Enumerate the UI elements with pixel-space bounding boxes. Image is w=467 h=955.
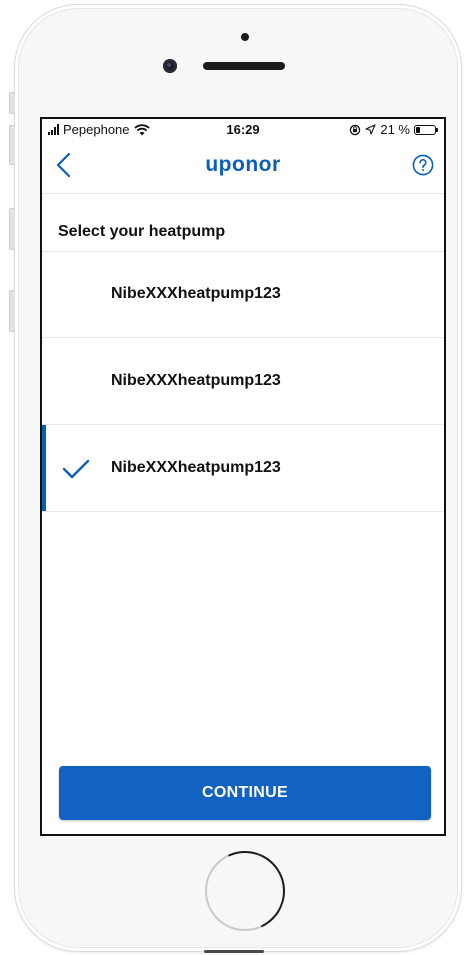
app-screen: Pepephone 16:29 21 % uponor Select your … [40, 117, 446, 836]
power-button [9, 290, 15, 332]
heatpump-label: NibeXXXheatpump123 [111, 285, 281, 302]
volume-up-button [9, 125, 15, 165]
rotation-lock-icon [350, 124, 361, 135]
volume-down-button [9, 208, 15, 250]
earpiece-speaker [203, 62, 285, 70]
heatpump-list: NibeXXXheatpump123 NibeXXXheatpump123 Ni… [42, 251, 444, 512]
heatpump-label: NibeXXXheatpump123 [111, 372, 281, 389]
proximity-sensor [241, 33, 249, 41]
location-icon [365, 124, 376, 135]
heatpump-option[interactable]: NibeXXXheatpump123 [42, 338, 444, 425]
question-circle-icon[interactable] [412, 154, 434, 176]
mute-switch [9, 92, 15, 114]
home-button[interactable] [205, 851, 285, 931]
continue-button[interactable]: CONTINUE [59, 766, 431, 820]
checkmark-icon [62, 459, 90, 479]
heatpump-option-selected[interactable]: NibeXXXheatpump123 [42, 425, 444, 512]
battery-percent: 21 % [380, 122, 410, 137]
status-right: 21 % [349, 122, 438, 137]
page-title: Select your heatpump [58, 223, 226, 240]
nav-divider [42, 193, 444, 194]
heatpump-label: NibeXXXheatpump123 [111, 459, 281, 476]
brand-logo: uponor [205, 153, 281, 176]
front-camera [163, 59, 177, 73]
status-bar: Pepephone 16:29 21 % [42, 119, 444, 141]
frame-bottom-mark [204, 950, 264, 953]
heatpump-option[interactable]: NibeXXXheatpump123 [42, 251, 444, 338]
nav-bar: uponor [42, 141, 444, 193]
battery-icon [414, 124, 438, 135]
